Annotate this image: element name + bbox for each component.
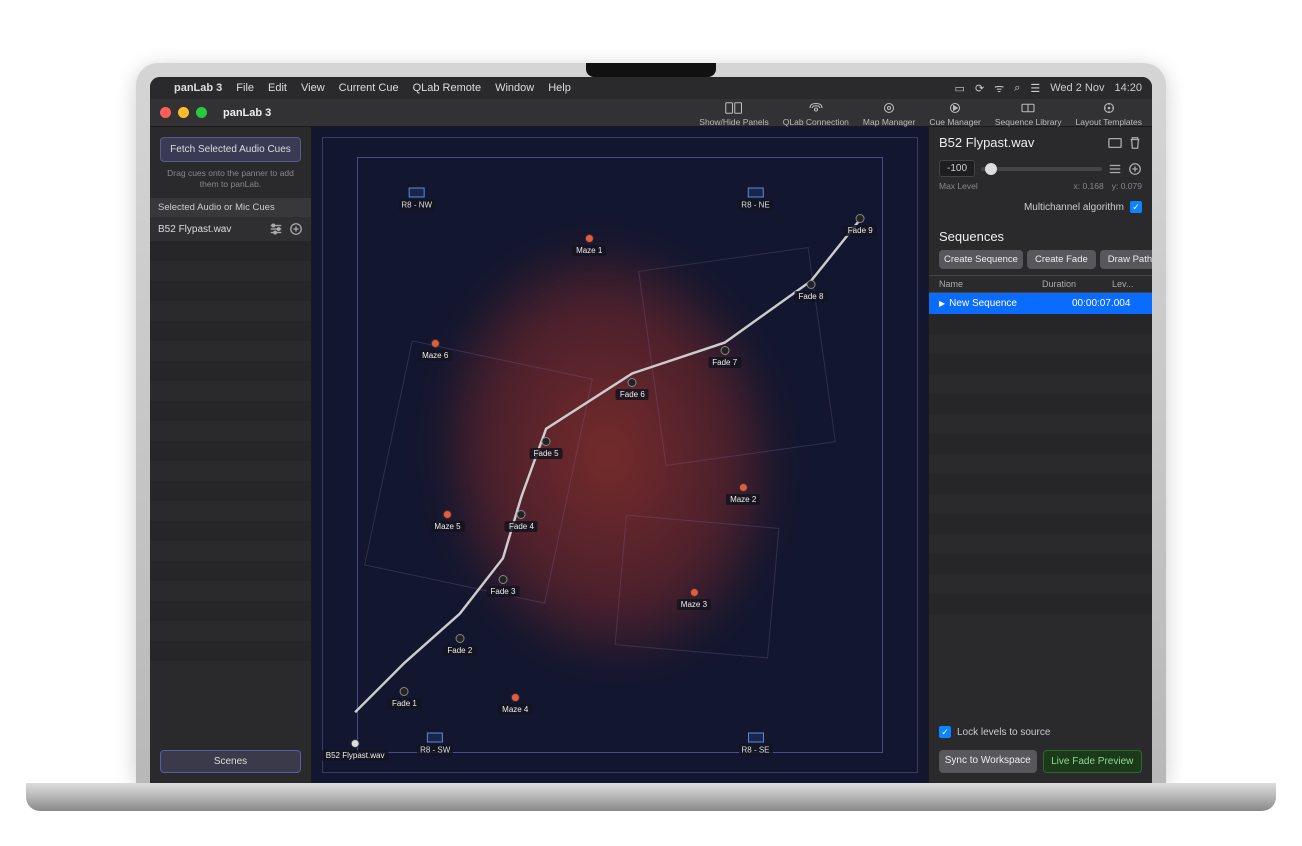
sync-workspace-button[interactable]: Sync to Workspace — [939, 750, 1037, 773]
lock-checkbox[interactable]: ✓ — [939, 726, 951, 738]
maze-node-0[interactable]: Maze 1 — [572, 234, 606, 256]
speaker-0[interactable]: R8 - NW — [398, 188, 435, 211]
sequence-list — [929, 314, 1152, 720]
coord-x: x: 0.168 — [1074, 181, 1104, 191]
draw-path-button[interactable]: Draw Path — [1100, 250, 1152, 269]
fade-node-2[interactable]: Fade 3 — [487, 575, 520, 597]
tb-layout-templates[interactable]: Layout Templates — [1076, 99, 1142, 127]
settings-icon[interactable] — [1108, 162, 1122, 176]
max-level-label: Max Level — [939, 181, 978, 191]
menu-file[interactable]: File — [236, 82, 254, 94]
speaker-3[interactable]: R8 - SE — [739, 732, 773, 755]
menu-edit[interactable]: Edit — [268, 82, 287, 94]
tb-qlab-connection[interactable]: QLab Connection — [783, 99, 849, 127]
menu-app[interactable]: panLab 3 — [174, 82, 222, 94]
fade-node-4[interactable]: Fade 5 — [530, 437, 563, 459]
left-panel: Fetch Selected Audio Cues Drag cues onto… — [150, 127, 312, 783]
fade-node-0[interactable]: Fade 1 — [388, 687, 421, 709]
fade-path — [312, 127, 928, 743]
path-start-node[interactable]: B52 Flypast.wav — [322, 739, 389, 761]
menu-qlab-remote[interactable]: QLab Remote — [413, 82, 481, 94]
create-sequence-button[interactable]: Create Sequence — [939, 250, 1023, 269]
menubar-date[interactable]: Wed 2 Nov — [1050, 82, 1104, 94]
live-preview-button[interactable]: Live Fade Preview — [1043, 750, 1143, 773]
tb-sequence-library[interactable]: Sequence Library — [995, 99, 1062, 127]
menu-current-cue[interactable]: Current Cue — [339, 82, 399, 94]
right-panel: B52 Flypast.wav -100 Max Level x: 0.168 … — [928, 127, 1152, 783]
fade-node-8[interactable]: Fade 9 — [844, 214, 877, 236]
speaker-1[interactable]: R8 - NE — [738, 188, 772, 211]
search-icon[interactable]: ⌕ — [1014, 82, 1020, 95]
add-target-icon[interactable] — [1128, 162, 1142, 176]
chevron-right-icon[interactable]: ▶ — [939, 299, 945, 308]
sliders-icon[interactable] — [269, 222, 283, 236]
fade-node-1[interactable]: Fade 2 — [443, 634, 476, 656]
sequence-table-header: Name Duration Lev... — [929, 275, 1152, 293]
menubar: panLab 3 File Edit View Current Cue QLab… — [150, 77, 1152, 99]
titlebar: panLab 3 Show/Hide Panels QLab Connectio… — [150, 99, 1152, 127]
wifi-icon[interactable]: ᯤ — [994, 81, 1004, 96]
cue-row[interactable]: B52 Flypast.wav — [150, 217, 311, 241]
maze-node-2[interactable]: Maze 3 — [677, 588, 711, 610]
sequence-row[interactable]: ▶ New Sequence 00:00:07.004 — [929, 293, 1152, 314]
menu-view[interactable]: View — [301, 82, 325, 94]
level-slider[interactable] — [981, 167, 1102, 171]
window-controls[interactable] — [160, 107, 207, 118]
maze-node-4[interactable]: Maze 5 — [430, 510, 464, 532]
tb-cue-manager[interactable]: Cue Manager — [929, 99, 981, 127]
sequences-title: Sequences — [929, 221, 1152, 250]
lock-label: Lock levels to source — [957, 727, 1050, 738]
level-value[interactable]: -100 — [939, 160, 975, 177]
panner-canvas[interactable]: R8 - NW R8 - NE R8 - SW R8 - SE Fade 1 Fade 2… — [312, 127, 928, 783]
battery-icon[interactable]: ▭ — [955, 82, 965, 95]
panel-icon[interactable] — [1108, 136, 1122, 150]
maze-node-1[interactable]: Maze 2 — [726, 483, 760, 505]
fetch-cues-button[interactable]: Fetch Selected Audio Cues — [160, 137, 301, 162]
sequence-duration: 00:00:07.004 — [1072, 298, 1142, 309]
menu-help[interactable]: Help — [548, 82, 571, 94]
maze-node-5[interactable]: Maze 6 — [418, 339, 452, 361]
algo-checkbox[interactable]: ✓ — [1130, 201, 1142, 213]
cue-name: B52 Flypast.wav — [158, 224, 263, 235]
sync-icon[interactable]: ⟳ — [975, 82, 984, 95]
tb-map-manager[interactable]: Map Manager — [863, 99, 915, 127]
fade-node-6[interactable]: Fade 7 — [708, 346, 741, 368]
create-fade-button[interactable]: Create Fade — [1027, 250, 1096, 269]
speaker-2[interactable]: R8 - SW — [417, 732, 453, 755]
menubar-time[interactable]: 14:20 — [1114, 82, 1142, 94]
sequence-name: New Sequence — [949, 298, 1072, 309]
scenes-button[interactable]: Scenes — [160, 750, 301, 773]
cue-filename: B52 Flypast.wav — [939, 135, 1102, 150]
control-center-icon[interactable]: ☰ — [1030, 82, 1040, 95]
coord-y: y: 0.079 — [1112, 181, 1142, 191]
cues-section-header: Selected Audio or Mic Cues — [150, 198, 311, 217]
drag-hint: Drag cues onto the panner to add them to… — [150, 168, 311, 198]
add-icon[interactable] — [289, 222, 303, 236]
fade-node-7[interactable]: Fade 8 — [795, 280, 828, 302]
fade-node-5[interactable]: Fade 6 — [616, 378, 649, 400]
cue-list — [150, 241, 311, 742]
menu-window[interactable]: Window — [495, 82, 534, 94]
trash-icon[interactable] — [1128, 136, 1142, 150]
window-title: panLab 3 — [223, 107, 271, 119]
maze-node-3[interactable]: Maze 4 — [498, 693, 532, 715]
algo-label: Multichannel algorithm — [1024, 202, 1124, 213]
fade-node-3[interactable]: Fade 4 — [505, 510, 538, 532]
tb-show-hide-panels[interactable]: Show/Hide Panels — [699, 99, 768, 127]
